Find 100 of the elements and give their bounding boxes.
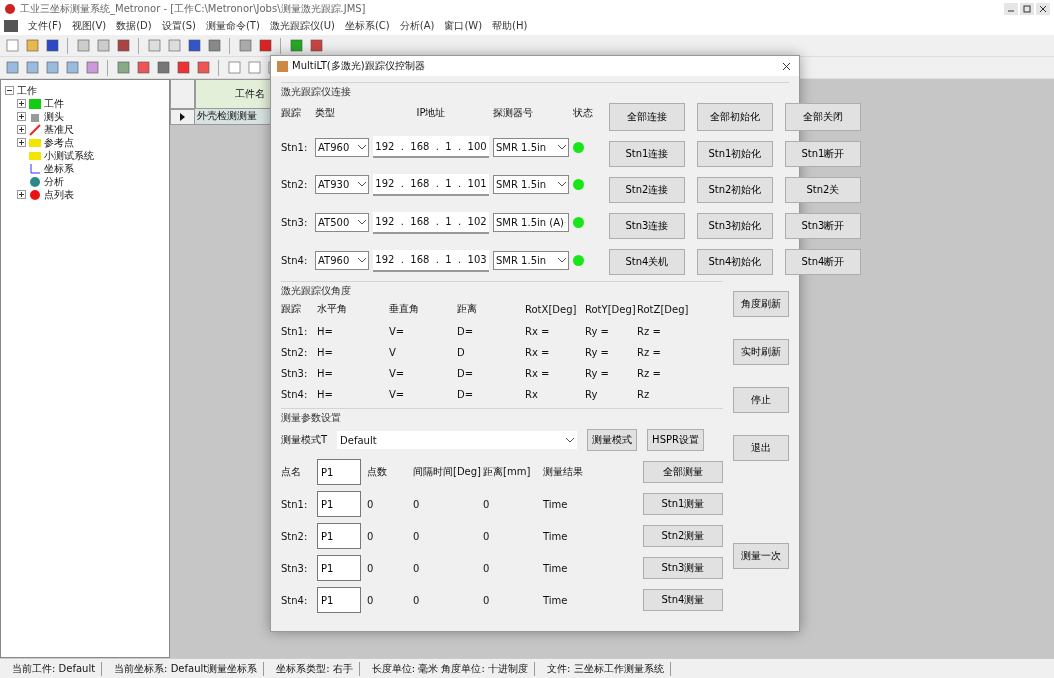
station-measure-button[interactable]: Stn1测量 (643, 493, 723, 515)
menu-item[interactable]: 视图(V) (71, 19, 107, 33)
tree-item[interactable]: 测头 (44, 109, 64, 124)
station-measure-button[interactable]: Stn3测量 (643, 557, 723, 579)
measure-value: 0 (367, 594, 375, 606)
column-header: 点数 (367, 465, 388, 479)
tree-item[interactable]: 工件 (44, 96, 64, 111)
column-header: RotZ[Deg] (637, 303, 690, 315)
station-measure-button[interactable]: Stn2测量 (643, 525, 723, 547)
reflector-dropdown[interactable]: SMR 1.5in (A) (493, 213, 569, 233)
reflector-dropdown[interactable]: SMR 1.5in (493, 137, 569, 157)
point-label: 点名 (281, 465, 302, 479)
station-button[interactable]: Stn4初始化 (697, 249, 773, 275)
type-dropdown[interactable]: AT960 (315, 137, 369, 157)
column-header: 距离 (457, 302, 478, 316)
point-name-field[interactable]: P1 (317, 459, 361, 485)
angle-value: Rz = (637, 326, 662, 337)
angle-value: D (457, 347, 466, 358)
angle-value: Ry (585, 389, 599, 400)
side-button[interactable]: 退出 (733, 435, 789, 461)
mode-dropdown[interactable]: Default (337, 431, 578, 449)
ip-address-field[interactable]: 192 . 168 . 1 . 103 (373, 249, 489, 272)
side-button[interactable]: 角度刷新 (733, 291, 789, 317)
column-header: 跟踪 (281, 302, 302, 316)
tree-item[interactable]: 工作 (17, 83, 37, 98)
measure-value: 0 (413, 498, 421, 510)
angle-value: D= (457, 368, 475, 379)
station-label: Stn1: (281, 326, 309, 337)
station-measure-button[interactable]: Stn4测量 (643, 589, 723, 611)
station-button[interactable]: Stn2初始化 (697, 177, 773, 203)
side-button[interactable]: 实时刷新 (733, 339, 789, 365)
column-header: 水平角 (317, 302, 348, 316)
type-dropdown[interactable]: AT500 (315, 213, 369, 233)
side-button[interactable]: 测量一次 (733, 543, 789, 569)
menu-item[interactable]: 数据(D) (116, 19, 152, 33)
angle-value: V (389, 347, 397, 358)
menu-item[interactable]: 设置(S) (161, 19, 196, 33)
dialog-title: MultiLT(多激光)跟踪仪控制器 (292, 59, 425, 73)
group-title: 测量参数设置 (281, 411, 342, 425)
station-button[interactable]: Stn3初始化 (697, 213, 773, 239)
point-name-field[interactable]: P1 (317, 587, 361, 613)
action-button[interactable]: 全部初始化 (697, 103, 773, 131)
station-label: Stn1: (281, 141, 309, 153)
tree-item[interactable]: 参考点 (44, 135, 74, 150)
menu-item[interactable]: 测量命令(T) (205, 19, 260, 33)
tree-item[interactable]: 小测试系统 (44, 148, 94, 163)
mode-button[interactable]: 测量模式 (587, 429, 638, 451)
column-header: RotY[Deg] (585, 303, 637, 315)
ip-address-field[interactable]: 192 . 168 . 1 . 101 (373, 174, 489, 196)
station-button[interactable]: Stn1断开 (785, 141, 861, 167)
type-dropdown[interactable]: AT960 (315, 251, 369, 271)
point-name-field[interactable]: P1 (317, 523, 361, 549)
tree-item[interactable]: 基准尺 (44, 122, 74, 137)
column-header: 类型 (315, 106, 336, 121)
action-button[interactable]: 全部关闭 (785, 103, 861, 131)
reflector-dropdown[interactable]: SMR 1.5in (493, 175, 569, 195)
angle-value: H= (317, 368, 334, 379)
measure-value: Time (543, 498, 569, 510)
column-header: RotX[Deg] (525, 303, 578, 315)
reflector-dropdown[interactable]: SMR 1.5in (493, 251, 569, 271)
angle-value: Rz (637, 389, 651, 400)
menu-item[interactable]: 激光跟踪仪(U) (269, 19, 335, 33)
station-button[interactable]: Stn1初始化 (697, 141, 773, 167)
measure-value: 0 (483, 562, 491, 574)
side-button[interactable]: 停止 (733, 387, 789, 413)
measure-value: 0 (367, 562, 375, 574)
menu-item[interactable]: 帮助(H) (492, 19, 528, 33)
column-header: 跟踪 (281, 106, 302, 121)
ip-address-field[interactable]: 192 . 168 . 1 . 100 (373, 136, 489, 159)
measure-all-button[interactable]: 全部测量 (643, 461, 723, 483)
measure-value: Time (543, 530, 569, 542)
status-text: 长度单位: 毫米 角度单位: 十进制度 (365, 661, 536, 676)
measure-value: Time (543, 562, 569, 574)
tree-item[interactable]: 分析 (44, 174, 64, 189)
mode-button[interactable]: HSPR设置 (647, 429, 704, 451)
angle-value: H= (317, 326, 334, 337)
ip-address-field[interactable]: 192 . 168 . 1 . 102 (373, 211, 489, 234)
point-name-field[interactable]: P1 (317, 491, 361, 517)
station-button[interactable]: Stn1连接 (609, 141, 685, 167)
tree-item[interactable]: 坐标系 (44, 161, 74, 176)
action-button[interactable]: 全部连接 (609, 103, 685, 131)
menu-item[interactable]: 坐标系(C) (344, 19, 390, 33)
column-header: 测量结果 (543, 465, 584, 479)
menu-item[interactable]: 分析(A) (399, 19, 435, 33)
station-button[interactable]: Stn3断开 (785, 213, 861, 239)
menu-item[interactable]: 窗口(W) (444, 19, 483, 33)
station-button[interactable]: Stn3连接 (609, 213, 685, 239)
measure-value: 0 (483, 498, 491, 510)
type-dropdown[interactable]: AT930 (315, 175, 369, 195)
angle-value: Ry = (585, 368, 610, 379)
menu-item[interactable]: 文件(F) (28, 19, 62, 33)
station-button[interactable]: Stn2关 (785, 177, 861, 203)
station-label: Stn4: (281, 594, 309, 606)
measure-value: 0 (367, 498, 375, 510)
station-button[interactable]: Stn2连接 (609, 177, 685, 203)
tree-item[interactable]: 点列表 (44, 187, 74, 202)
point-name-field[interactable]: P1 (317, 555, 361, 581)
angle-value: D= (457, 326, 475, 337)
station-button[interactable]: Stn4关机 (609, 249, 685, 275)
station-button[interactable]: Stn4断开 (785, 249, 861, 275)
